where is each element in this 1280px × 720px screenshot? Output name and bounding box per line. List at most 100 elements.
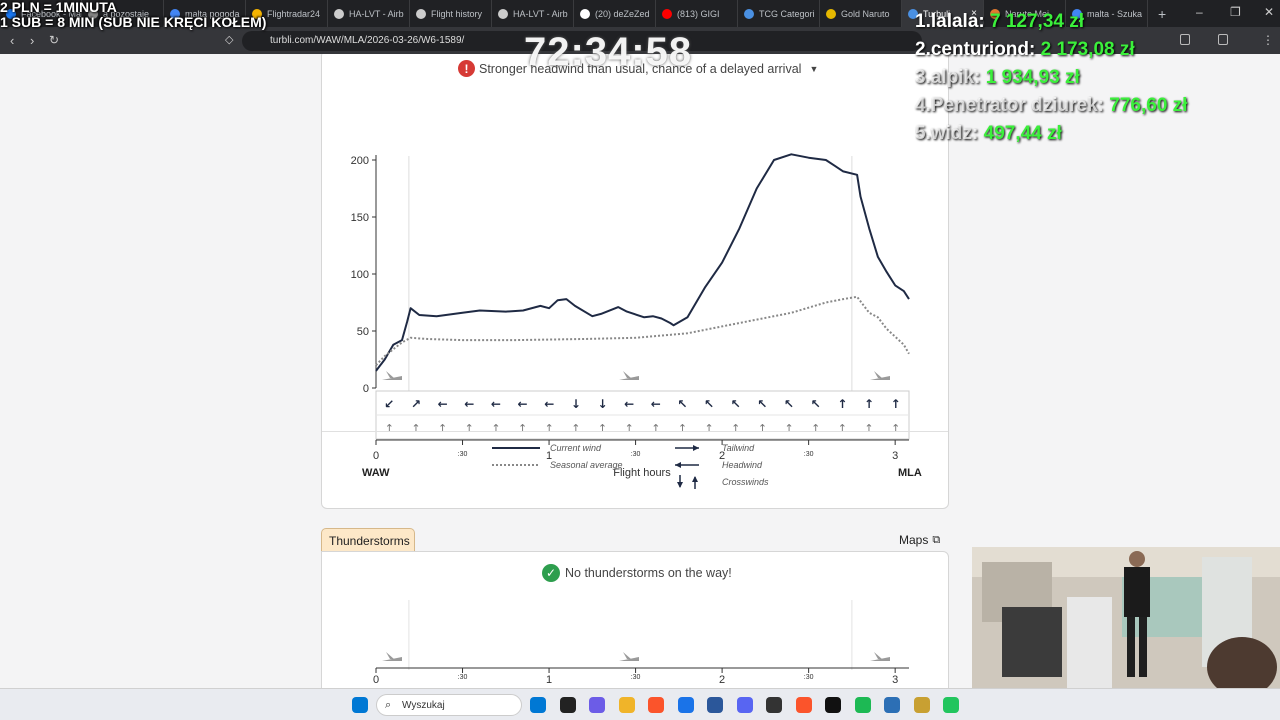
donor-row: 5.widz: 497,44 zł	[915, 120, 1187, 148]
subathon-timer: 72:34:58	[524, 30, 693, 74]
taskbar-app-icon[interactable]	[559, 697, 576, 713]
tab-favicon-icon	[416, 8, 426, 19]
x-tick-label: 1	[546, 674, 552, 686]
headwind-arrow: ↓	[597, 397, 607, 411]
donor-amount: 1 934,93 zł	[985, 67, 1080, 88]
tab-thunderstorms[interactable]: Thunderstorms	[321, 528, 415, 552]
taskbar-app-icon[interactable]	[677, 697, 694, 713]
legend-crosswinds: Crosswinds	[722, 477, 769, 487]
stream-rule-line2: 1 SUB = 8 MIN (SUB NIE KRĘCI KOŁEM)	[0, 14, 267, 30]
taskbar-app-icon[interactable]	[530, 697, 546, 713]
x-tick-label: :30	[458, 674, 468, 681]
headwind-arrow: ↖	[704, 397, 714, 411]
browser-tab[interactable]: Gold Naruto	[820, 0, 902, 27]
thunderstorm-notice: ✓ No thunderstorms on the way!	[542, 564, 732, 582]
headwind-arrow: ↖	[677, 397, 687, 411]
y-tick-label: 100	[351, 269, 369, 281]
thunderstorm-notice-text: No thunderstorms on the way!	[565, 566, 732, 580]
x-tick-label: 3	[892, 674, 898, 686]
donor-leaderboard: 1.lalala: 7 127,34 zł 2.centuriond: 2 173…	[915, 8, 1187, 148]
x-tick-label: 0	[373, 674, 379, 686]
menu-icon[interactable]: ⋮	[1262, 33, 1274, 47]
taskbar-app-icon[interactable]	[825, 697, 841, 713]
url-text: turbli.com/WAW/MLA/2026-03-26/W6-1589/	[270, 35, 465, 46]
donor-name: 3.alpik:	[915, 67, 986, 88]
tab-favicon-icon	[662, 8, 672, 19]
donor-amount: 497,44 zł	[983, 123, 1062, 144]
webcam-feed	[972, 547, 1280, 688]
browser-tab[interactable]: (813) GIGI	[656, 0, 738, 27]
tab-label: Gold Naruto	[841, 8, 890, 19]
tab-favicon-icon	[826, 8, 836, 19]
taskbar-app-icon[interactable]	[766, 697, 782, 713]
headwind-arrow: ↑	[864, 397, 874, 411]
forward-icon[interactable]: ›	[30, 33, 34, 48]
legend-tailwind: Tailwind	[722, 443, 755, 453]
tab-label: TCG Categori	[759, 8, 815, 19]
donor-name: 1.lalala:	[915, 11, 990, 32]
headwind-arrow: ←	[438, 397, 448, 411]
taskbar-app-icon[interactable]	[943, 697, 959, 713]
plane-takeoff-icon	[386, 652, 394, 659]
donor-row: 4.Penetrator dziurek: 776,60 zł	[915, 92, 1187, 120]
bookmark-icon[interactable]: ◇	[225, 33, 233, 46]
extensions-icon[interactable]	[1218, 34, 1228, 45]
windows-taskbar: ⌕ Wyszukaj	[0, 688, 1280, 720]
legend-headwind: Headwind	[722, 460, 763, 470]
taskbar-app-icon[interactable]	[648, 697, 664, 713]
browser-tab[interactable]: (20) deZeZed	[574, 0, 656, 27]
taskbar-app-icon[interactable]	[795, 697, 812, 713]
y-tick-label: 200	[351, 155, 369, 167]
tab-label: Flight history	[431, 8, 483, 19]
taskbar-app-icon[interactable]	[854, 697, 871, 713]
webcam-image	[972, 547, 1280, 688]
plane-takeoff-icon	[386, 371, 394, 378]
headwind-arrow: ←	[518, 397, 528, 411]
maps-link-label: Maps	[899, 533, 929, 547]
tab-favicon-icon	[580, 8, 590, 19]
browser-tab[interactable]: HA-LVT - Airb	[328, 0, 410, 27]
start-icon[interactable]	[352, 697, 368, 713]
taskbar-app-icon[interactable]	[736, 697, 753, 713]
tab-label: HA-LVT - Airb	[349, 8, 404, 19]
taskbar-app-icon[interactable]	[884, 697, 900, 713]
headwind-arrow: ↖	[811, 397, 821, 411]
maximize-button[interactable]: ❐	[1230, 5, 1241, 19]
thunderstorm-card: 0:30 1:30 2:30 3 ✓ No thunderstorms on the …	[321, 551, 949, 688]
minimize-button[interactable]: –	[1196, 5, 1203, 19]
donor-amount: 776,60 zł	[1109, 95, 1188, 116]
back-icon[interactable]: ‹	[10, 33, 14, 48]
tab-label: HA-LVT - Airb	[513, 8, 568, 19]
headwind-arrow: ↑	[891, 397, 901, 411]
browser-tab[interactable]: Flight history	[410, 0, 492, 27]
headwind-arrow: ↗	[411, 397, 421, 411]
tab-favicon-icon	[334, 8, 344, 19]
taskbar-app-icon[interactable]	[913, 697, 930, 713]
tab-favicon-icon	[498, 8, 508, 19]
close-window-button[interactable]: ✕	[1264, 5, 1274, 19]
taskbar-app-icon[interactable]	[589, 697, 605, 713]
donor-name: 4.Penetrator dziurek:	[915, 95, 1110, 116]
wind-legend: Current wind Seasonal average Tailwind H…	[322, 431, 948, 509]
taskbar-app-icon[interactable]	[707, 697, 723, 713]
headwind-arrow: ↓	[571, 397, 581, 411]
plane-landing-icon	[874, 652, 882, 659]
donor-row: 2.centuriond: 2 173,08 zł	[915, 36, 1187, 64]
maps-link[interactable]: Maps ⧉	[899, 533, 940, 547]
donor-amount: 2 173,08 zł	[1040, 39, 1135, 60]
browser-tab[interactable]: HA-LVT - Airb	[492, 0, 574, 27]
x-tick-label: 2	[719, 674, 725, 686]
chevron-down-icon: ▼	[809, 63, 819, 74]
stream-rule-line1: 2 PLN = 1MINUTA	[0, 0, 117, 15]
headwind-arrow: ←	[491, 397, 501, 411]
headwind-arrow: ←	[464, 397, 474, 411]
taskbar-search[interactable]: ⌕ Wyszukaj	[376, 694, 522, 716]
plane-cruise-icon	[623, 371, 631, 378]
browser-tab[interactable]: TCG Categori	[738, 0, 820, 27]
x-tick-label: :30	[631, 674, 641, 681]
donor-name: 2.centuriond:	[915, 39, 1041, 60]
reload-icon[interactable]: ↻	[49, 33, 59, 47]
taskbar-app-icon[interactable]	[618, 697, 635, 713]
headwind-arrow: ←	[624, 397, 634, 411]
y-tick-label: 50	[357, 326, 369, 338]
